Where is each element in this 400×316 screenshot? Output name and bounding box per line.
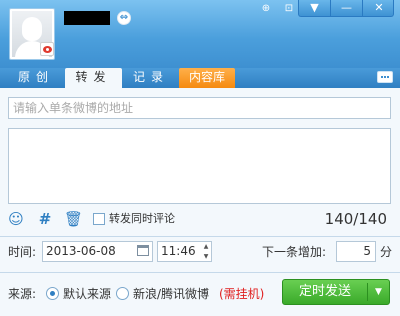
char-counter: 140/140 — [324, 210, 387, 228]
tab-records[interactable]: 记录 — [124, 68, 178, 88]
also-comment-label: 转发同时评论 — [109, 212, 175, 225]
calendar-icon[interactable] — [137, 245, 149, 256]
avatar[interactable] — [9, 8, 55, 60]
minimize-button[interactable]: — — [331, 0, 363, 16]
trash-icon[interactable]: 🗑 — [64, 211, 83, 227]
topic-hash-icon[interactable]: # — [37, 211, 53, 227]
next-interval-label: 下一条增加: — [262, 245, 327, 259]
interval-input[interactable]: 5 — [336, 241, 376, 262]
header: ⇔ ⊕ ⊡ ▼ — ✕ — [0, 0, 400, 70]
weibo-badge-icon — [40, 42, 54, 56]
tab-repost[interactable]: 转发 — [65, 68, 122, 88]
source-default-label: 默认来源 — [63, 287, 112, 301]
divider — [0, 272, 400, 273]
source-default-radio[interactable] — [46, 287, 59, 300]
scheduled-send-label: 定时发送 — [298, 284, 351, 299]
send-options-arrow-icon[interactable]: ▼ — [368, 280, 389, 304]
weibo-url-input[interactable] — [8, 97, 391, 119]
source-sina-tencent-radio[interactable] — [116, 287, 129, 300]
app-window: ⇔ ⊕ ⊡ ▼ — ✕ 原创 转发 记录 内容库 ☺ # 🗑 转发同时评论 14… — [0, 0, 400, 316]
tab-content-library[interactable]: 内容库 — [179, 68, 235, 88]
source-sina-tencent-label: 新浪/腾讯微博 — [133, 287, 210, 301]
tab-bar: 原创 转发 记录 内容库 — [0, 68, 400, 88]
scheduled-send-button[interactable]: 定时发送 ▼ — [282, 279, 390, 305]
comment-textarea[interactable] — [8, 128, 391, 204]
source-label: 来源: — [8, 287, 37, 301]
close-button[interactable]: ✕ — [363, 0, 395, 16]
menu-dropdown-button[interactable]: ▼ — [299, 0, 331, 16]
minutes-unit-label: 分 — [380, 245, 393, 259]
time-up-icon[interactable]: ▲ — [201, 242, 211, 251]
divider — [0, 236, 400, 237]
time-label: 时间: — [8, 245, 37, 259]
also-comment-checkbox[interactable] — [93, 213, 105, 225]
float-window-icon[interactable]: ⊡ — [280, 2, 298, 16]
tab-original[interactable]: 原创 — [8, 68, 64, 88]
window-controls: ▼ — ✕ — [298, 0, 394, 17]
switch-account-icon[interactable]: ⇔ — [117, 11, 131, 25]
requires-online-note: (需挂机) — [219, 287, 265, 301]
time-down-icon[interactable]: ▼ — [201, 252, 211, 261]
emoji-icon[interactable]: ☺ — [8, 211, 24, 227]
username-redacted — [64, 11, 110, 25]
pin-icon[interactable]: ⊕ — [257, 2, 275, 16]
chat-bubble-icon[interactable] — [377, 71, 393, 83]
